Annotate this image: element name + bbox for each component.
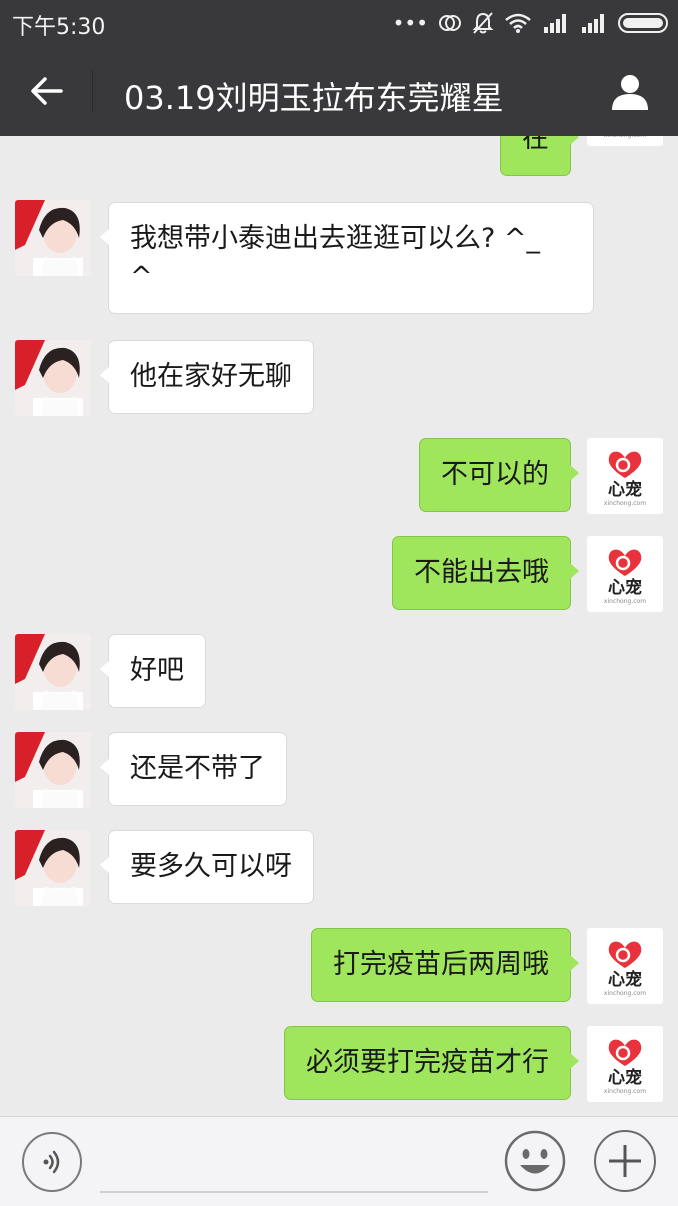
- avatar-self[interactable]: 心宠xinchong.com: [587, 136, 663, 146]
- voice-icon: [43, 1150, 60, 1174]
- svg-text:心宠: 心宠: [608, 1067, 642, 1088]
- status-icons: •••: [393, 8, 668, 38]
- avatar-contact[interactable]: [15, 732, 91, 808]
- chat-title: 03.19刘明玉拉布东莞耀星: [124, 79, 504, 117]
- message-input[interactable]: [100, 1137, 488, 1193]
- avatar-self[interactable]: 心宠xinchong.com: [587, 438, 663, 514]
- status-time: 下午5:30: [12, 15, 106, 40]
- message-bubble-incoming[interactable]: 我想带小泰迪出去逛逛可以么? ^_ ^: [100, 202, 594, 314]
- back-arrow-icon: [31, 77, 63, 105]
- message-bubble-outgoing[interactable]: 必须要打完疫苗才行: [284, 1026, 579, 1100]
- svg-text:xinchong.com: xinchong.com: [604, 598, 646, 605]
- xinchong-logo-icon: 心宠xinchong.com: [604, 941, 646, 997]
- svg-text:xinchong.com: xinchong.com: [604, 990, 646, 997]
- battery-icon: [618, 13, 668, 33]
- signal-icon-2: [582, 14, 604, 33]
- message-bubble-incoming[interactable]: 还是不带了: [100, 732, 287, 806]
- xinchong-logo-icon: 心宠xinchong.com: [604, 136, 646, 139]
- message-bubble-outgoing[interactable]: 打完疫苗后两周哦: [311, 928, 579, 1002]
- svg-text:xinchong.com: xinchong.com: [604, 1088, 646, 1095]
- avatar-contact[interactable]: [15, 340, 91, 416]
- emoji-button[interactable]: [504, 1130, 566, 1192]
- svg-text:心宠: 心宠: [608, 479, 642, 500]
- signal-icon: [544, 14, 566, 33]
- more-dots-icon: •••: [392, 11, 428, 35]
- chat-area[interactable]: 在 心宠xinchong.com 我想带小泰迪出去逛逛可以么? ^_ ^ 他在家…: [0, 136, 678, 1116]
- avatar-self[interactable]: 心宠xinchong.com: [587, 928, 663, 1004]
- contact-photo-icon: [15, 830, 91, 906]
- status-bar: 下午5:30 •••: [0, 0, 678, 46]
- message-bubble-outgoing[interactable]: 不可以的: [419, 438, 579, 512]
- avatar-contact[interactable]: [15, 830, 91, 906]
- xinchong-logo-icon: 心宠xinchong.com: [604, 549, 646, 605]
- avatar-contact[interactable]: [15, 634, 91, 710]
- message-text: 我想带小泰迪出去逛逛可以么? ^_ ^: [130, 223, 541, 292]
- message-bubble-incoming[interactable]: 好吧: [100, 634, 206, 708]
- message-bubble-outgoing[interactable]: 不能出去哦: [392, 536, 579, 610]
- xinchong-logo-icon: 心宠xinchong.com: [604, 451, 646, 507]
- emoji-icon: [504, 1130, 566, 1192]
- svg-text:心宠: 心宠: [608, 577, 642, 598]
- message-bubble-incoming[interactable]: 要多久可以呀: [100, 830, 314, 904]
- plus-button[interactable]: [594, 1130, 656, 1192]
- title-divider: [92, 70, 93, 112]
- voice-button[interactable]: [22, 1132, 82, 1192]
- svg-text:心宠: 心宠: [608, 969, 642, 990]
- message-bubble-outgoing[interactable]: 在: [500, 136, 579, 176]
- xinchong-logo-icon: 心宠xinchong.com: [604, 1039, 646, 1095]
- profile-icon: [612, 75, 648, 110]
- sync-icon: [439, 15, 461, 31]
- contact-photo-icon: [15, 634, 91, 710]
- svg-text:xinchong.com: xinchong.com: [604, 136, 646, 139]
- contact-photo-icon: [15, 200, 91, 276]
- back-button[interactable]: [18, 66, 74, 116]
- profile-button[interactable]: [604, 66, 656, 118]
- avatar-contact[interactable]: [15, 200, 91, 276]
- contact-photo-icon: [15, 340, 91, 416]
- plus-icon: [609, 1145, 641, 1177]
- mute-bell-icon: [472, 12, 494, 34]
- contact-photo-icon: [15, 732, 91, 808]
- avatar-self[interactable]: 心宠xinchong.com: [587, 1026, 663, 1102]
- svg-text:xinchong.com: xinchong.com: [604, 500, 646, 507]
- avatar-self[interactable]: 心宠xinchong.com: [587, 536, 663, 612]
- wifi-icon: [505, 13, 531, 33]
- title-bar: 03.19刘明玉拉布东莞耀星: [0, 46, 678, 136]
- message-bubble-incoming[interactable]: 他在家好无聊: [100, 340, 314, 414]
- input-bar: [0, 1116, 678, 1206]
